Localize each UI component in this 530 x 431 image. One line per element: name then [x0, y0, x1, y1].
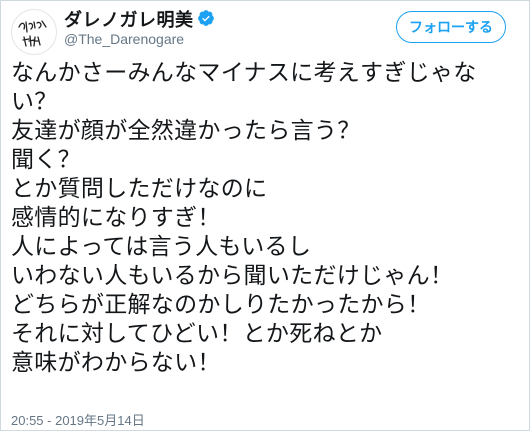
tweet-timestamp[interactable]: 20:55 - 2019年5月14日 — [11, 410, 145, 429]
tweet-line: いわない人もいるから聞いただけじゃん！ — [11, 263, 454, 289]
signature-avatar-icon — [18, 20, 47, 47]
tweet-line: なんかさーみんなマイナスに考えすぎじゃな — [11, 60, 477, 86]
tweet-line: 意味がわからない！ — [11, 350, 221, 376]
tweet-line: それに対してひどい！とか死ねとか — [11, 321, 383, 347]
follow-button[interactable]: フォローする — [396, 11, 506, 43]
tweet-line: い？ — [11, 89, 58, 115]
tweet-line: 感情的になりすぎ！ — [11, 205, 221, 231]
verified-badge-icon — [198, 10, 214, 26]
tweet-line: とか質問しただけなのに — [11, 176, 268, 202]
tweet-text: なんかさーみんなマイナスに考えすぎじゃな い？ 友達が顔が全然違かったら言う？ … — [11, 59, 521, 378]
tweet-line: 聞く？ — [11, 147, 81, 173]
tweet-card: ダレノガレ明美 @The_Darenogare フォローする なんかさーみんなマ… — [0, 0, 530, 431]
tweet-line: 友達が顔が全然違かったら言う？ — [11, 118, 361, 144]
tweet-line: 人によっては言う人もいるし — [11, 234, 312, 260]
display-name[interactable]: ダレノガレ明美 — [64, 6, 194, 32]
profile-avatar[interactable] — [11, 9, 57, 55]
tweet-line: どちらが正解なのかしりたかったから！ — [11, 292, 431, 318]
user-handle[interactable]: @The_Darenogare — [64, 31, 184, 47]
